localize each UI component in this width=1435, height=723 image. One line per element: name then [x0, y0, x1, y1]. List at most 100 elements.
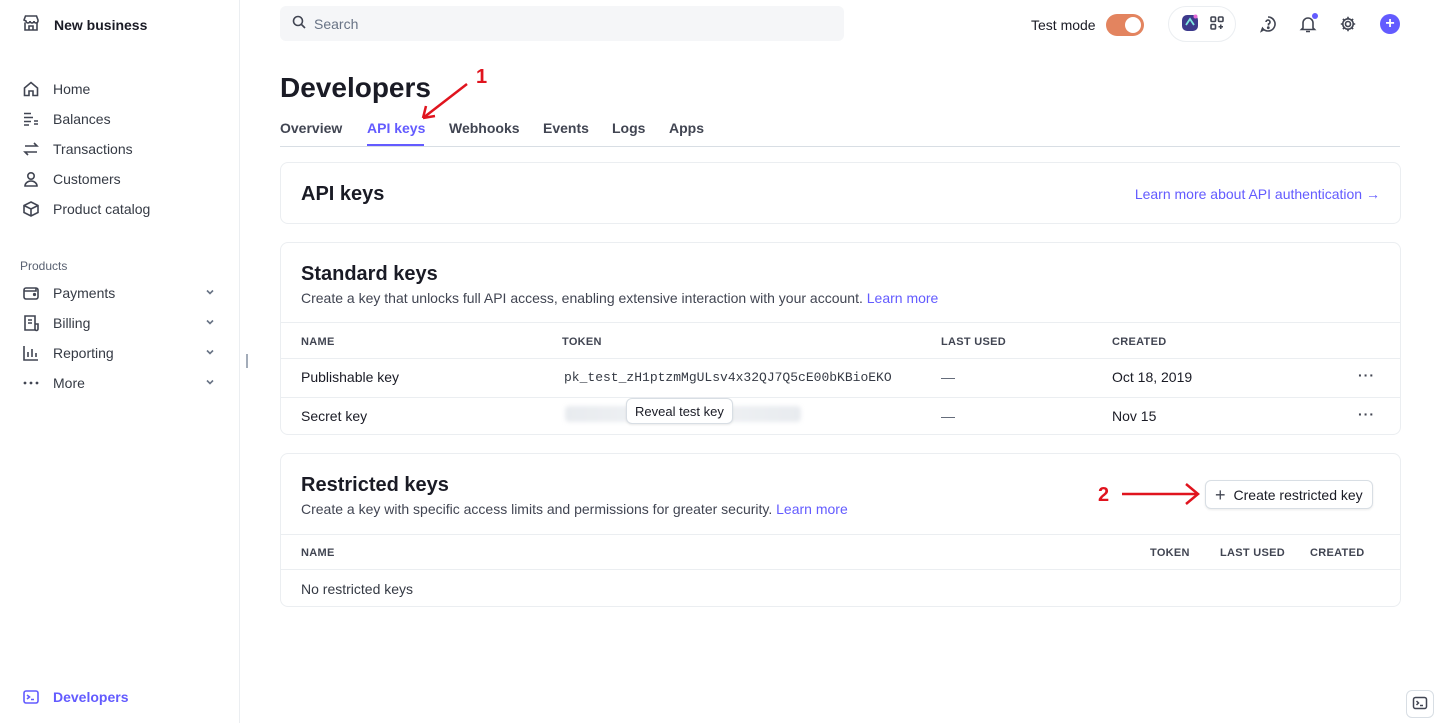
transactions-icon [22, 140, 40, 158]
key-name: Publishable key [301, 369, 400, 385]
business-switcher[interactable]: New business [22, 14, 147, 35]
standard-keys-card: Standard keys Create a key that unlocks … [280, 242, 1401, 435]
chevron-down-icon [204, 315, 216, 331]
column-header-last-used: LAST USED [941, 336, 1007, 348]
sidebar: New business Home Balances Transactions … [0, 0, 240, 723]
column-header-token: TOKEN [562, 336, 602, 348]
sidebar-item-payments[interactable]: Payments [22, 281, 218, 305]
tab-logs[interactable]: Logs [612, 120, 645, 136]
reveal-test-key-button[interactable]: Reveal test key [626, 398, 733, 424]
column-header-token: TOKEN [1150, 547, 1190, 559]
test-mode-label: Test mode [1031, 17, 1096, 33]
more-icon [22, 374, 40, 392]
tab-apps[interactable]: Apps [669, 120, 704, 136]
sidebar-item-label: Home [53, 81, 91, 97]
help-icon[interactable] [1258, 14, 1278, 34]
create-plus-icon[interactable]: + [1380, 14, 1400, 34]
api-keys-card: API keys Learn more about API authentica… [280, 162, 1401, 224]
api-keys-heading: API keys [301, 183, 385, 205]
apps-grid-icon[interactable] [1209, 15, 1225, 34]
assistant-apps-group [1168, 6, 1236, 42]
divider [281, 322, 1400, 323]
search-icon [292, 15, 306, 32]
sidebar-item-more[interactable]: More [22, 371, 218, 395]
home-icon [22, 80, 40, 98]
sidebar-item-reporting[interactable]: Reporting [22, 341, 218, 365]
terminal-icon [22, 688, 40, 706]
last-used-value: — [941, 369, 955, 385]
settings-gear-icon[interactable] [1338, 14, 1358, 34]
business-name: New business [54, 16, 148, 33]
column-header-last-used: LAST USED [1220, 547, 1286, 559]
test-mode-control: Test mode [1031, 14, 1144, 36]
sidebar-item-billing[interactable]: Billing [22, 311, 218, 335]
sidebar-item-developers[interactable]: Developers [22, 685, 218, 709]
learn-more-api-auth-link[interactable]: Learn more about API authentication → [1135, 186, 1380, 202]
sidebar-item-label: Customers [53, 171, 121, 187]
learn-more-link[interactable]: Learn more [776, 501, 848, 517]
toggle-knob [1124, 17, 1141, 33]
row-overflow-menu-icon[interactable]: ··· [1358, 406, 1375, 422]
row-overflow-menu-icon[interactable]: ··· [1358, 367, 1375, 383]
active-tab-indicator [367, 144, 424, 146]
restricted-keys-card: Restricted keys Create a key with specif… [280, 453, 1401, 607]
chevron-down-icon [204, 285, 216, 301]
column-header-created: CREATED [1112, 336, 1167, 348]
annotation-arrow-1 [421, 83, 468, 120]
key-name: Secret key [301, 408, 368, 424]
button-label: Create restricted key [1233, 486, 1363, 503]
chevron-down-icon [204, 345, 216, 361]
sidebar-item-label: More [53, 375, 85, 391]
annotation-arrow-2 [1122, 483, 1200, 505]
last-used-value: — [941, 408, 955, 424]
table-row: Publishable key pk_test_zH1ptzmMgULsv4x3… [281, 359, 1400, 397]
sidebar-item-label: Transactions [53, 141, 133, 157]
sidebar-item-transactions[interactable]: Transactions [22, 137, 218, 161]
sidebar-item-balances[interactable]: Balances [22, 107, 218, 131]
publishable-key-token[interactable]: pk_test_zH1ptzmMgULsv4x32QJ7Q5cE00bKBioE… [564, 370, 892, 385]
sidebar-item-customers[interactable]: Customers [22, 167, 218, 191]
table-row: Secret key Reveal test key — Nov 15 ··· [281, 398, 1400, 434]
plus-icon: + [1215, 484, 1226, 505]
annotation-step-2: 2 [1098, 484, 1110, 506]
payments-icon [22, 284, 40, 302]
tab-events[interactable]: Events [543, 120, 589, 136]
column-header-name: NAME [301, 547, 335, 559]
tab-overview[interactable]: Overview [280, 120, 342, 136]
created-date: Oct 18, 2019 [1112, 369, 1193, 385]
section-label-products: Products [20, 259, 68, 273]
sidebar-resize-handle[interactable] [246, 354, 248, 368]
sidebar-item-label: Developers [53, 689, 129, 705]
standard-keys-description: Create a key that unlocks full API acces… [301, 290, 938, 306]
description-text: Create a key that unlocks full API acces… [301, 290, 863, 306]
divider [281, 534, 1400, 535]
restricted-keys-heading: Restricted keys [301, 474, 449, 496]
annotation-step-1: 1 [476, 66, 488, 88]
console-terminal-button[interactable] [1406, 690, 1434, 718]
sidebar-item-home[interactable]: Home [22, 77, 218, 101]
learn-more-link[interactable]: Learn more [867, 290, 939, 306]
standard-keys-heading: Standard keys [301, 263, 438, 285]
store-icon [22, 14, 40, 35]
search-bar[interactable] [280, 6, 844, 41]
sidebar-item-label: Product catalog [53, 201, 151, 217]
sidebar-item-product-catalog[interactable]: Product catalog [22, 197, 218, 221]
created-date: Nov 15 [1112, 408, 1157, 424]
create-restricted-key-button[interactable]: + Create restricted key [1205, 480, 1373, 509]
page-title: Developers [280, 72, 431, 103]
search-input[interactable] [314, 15, 794, 32]
sidebar-item-label: Payments [53, 285, 116, 301]
customers-icon [22, 170, 40, 188]
sidebar-item-label: Reporting [53, 345, 114, 361]
assistant-icon[interactable] [1179, 12, 1201, 37]
test-mode-toggle[interactable] [1105, 14, 1144, 36]
reporting-icon [22, 344, 40, 362]
billing-icon [22, 314, 40, 332]
column-header-name: NAME [301, 336, 335, 348]
terminal-icon [1412, 695, 1428, 714]
restricted-keys-description: Create a key with specific access limits… [301, 501, 848, 517]
column-header-created: CREATED [1310, 547, 1365, 559]
notification-dot [1312, 13, 1318, 19]
description-text: Create a key with specific access limits… [301, 501, 773, 517]
product-catalog-icon [22, 200, 40, 218]
